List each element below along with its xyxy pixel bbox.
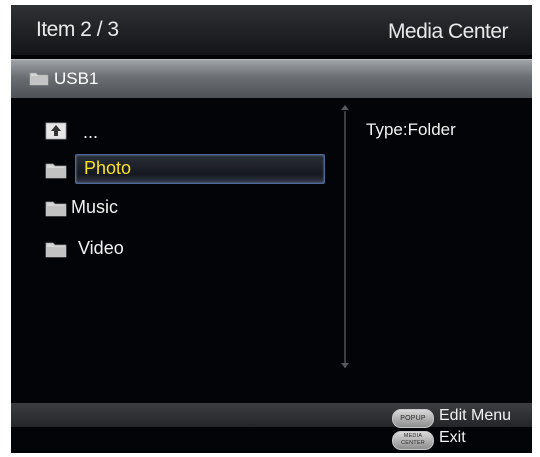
folder-icon bbox=[45, 199, 67, 222]
scrollbar[interactable] bbox=[344, 111, 346, 368]
list-item-video[interactable]: Video bbox=[41, 236, 331, 266]
item-type-text: Type:Folder bbox=[366, 120, 456, 139]
media-center-key-icon: MEDIA CENTER bbox=[392, 431, 434, 450]
current-path-label: USB1 bbox=[54, 69, 99, 88]
list-item-label: Video bbox=[78, 238, 124, 258]
list-item-photo[interactable]: Photo bbox=[41, 154, 331, 187]
list-item-label: Photo bbox=[84, 158, 132, 178]
file-list: ... Photo Music Video bbox=[11, 100, 341, 390]
header-bar: Item 2 / 3 Media Center bbox=[11, 5, 532, 55]
list-item-parent-folder[interactable]: ... bbox=[41, 118, 331, 148]
folder-icon bbox=[45, 240, 67, 263]
current-path-bar: USB1 bbox=[11, 59, 532, 98]
folder-icon bbox=[45, 161, 67, 184]
scroll-up-arrow-icon bbox=[341, 105, 349, 110]
folder-up-icon bbox=[45, 122, 67, 145]
scroll-down-arrow-icon bbox=[341, 363, 349, 368]
folder-icon bbox=[29, 70, 49, 91]
list-item-music[interactable]: Music bbox=[41, 195, 331, 225]
list-item-label: ... bbox=[83, 122, 99, 142]
hint-label: Exit bbox=[439, 429, 466, 446]
media-center-screen: Item 2 / 3 Media Center USB1 ... Photo M… bbox=[11, 5, 532, 453]
item-counter: Item 2 / 3 bbox=[36, 18, 119, 41]
item-info-panel: Type:Folder bbox=[366, 120, 456, 140]
hint-label: Edit Menu bbox=[439, 407, 512, 424]
popup-key-icon: POPUP bbox=[392, 409, 434, 428]
app-title: Media Center bbox=[387, 20, 509, 43]
list-item-label: Music bbox=[71, 197, 119, 217]
